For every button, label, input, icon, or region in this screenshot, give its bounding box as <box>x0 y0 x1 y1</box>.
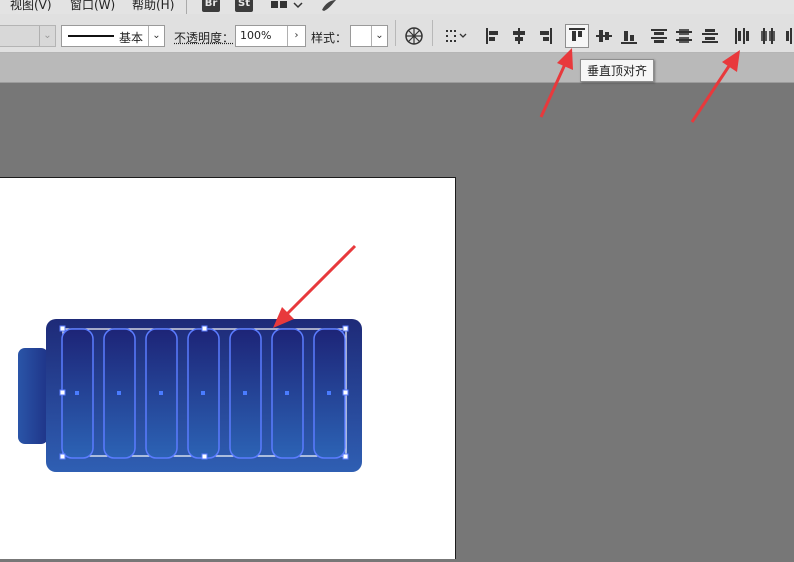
stock-app-button[interactable]: St <box>235 0 253 12</box>
distribute-left-icon[interactable] <box>731 25 753 47</box>
separator <box>395 20 396 46</box>
dropdown-icon[interactable]: ⌄ <box>148 26 164 46</box>
align-top-icon[interactable] <box>565 24 589 48</box>
battery-artwork[interactable] <box>0 178 455 559</box>
menu-help[interactable]: 帮助(H) <box>132 0 174 13</box>
align-left-icon[interactable] <box>482 25 504 47</box>
battery-terminal[interactable] <box>18 348 48 444</box>
tooltip-align-top: 垂直顶对齐 <box>580 59 655 82</box>
opacity-label[interactable]: 不透明度： <box>174 29 234 46</box>
align-grid-icon[interactable] <box>443 25 471 47</box>
stroke-profile-label: 基本 <box>119 31 144 45</box>
chevron-right-icon[interactable]: › <box>287 26 305 46</box>
opacity-value[interactable]: 100% <box>240 29 271 42</box>
control-bar: ⌄ 基本 ⌄ 不透明度： 100% › 样式： ⌄ <box>0 14 794 53</box>
opacity-field[interactable]: 100% › <box>235 25 306 47</box>
gpu-feather-icon[interactable] <box>320 0 338 14</box>
distribute-bottom-icon[interactable] <box>699 25 721 47</box>
menu-view[interactable]: 视图(V) <box>10 0 52 13</box>
style-label: 样式： <box>311 31 348 45</box>
dropdown-icon[interactable]: ⌄ <box>39 26 55 46</box>
bridge-app-button[interactable]: Br <box>202 0 220 12</box>
distribute-top-icon[interactable] <box>648 25 670 47</box>
distribute-right-icon[interactable] <box>782 25 794 47</box>
align-right-icon[interactable] <box>534 25 556 47</box>
stroke-weight-field[interactable]: ⌄ <box>0 25 56 47</box>
artboard[interactable] <box>0 177 456 559</box>
align-bottom-icon[interactable] <box>618 25 640 47</box>
graphic-style-swatch[interactable]: ⌄ <box>350 25 388 47</box>
workspace-layout-icon[interactable] <box>271 0 305 14</box>
menu-bar: 视图(V) 窗口(W) 帮助(H) Br St <box>0 0 794 14</box>
recolor-icon[interactable] <box>403 25 425 47</box>
menu-window[interactable]: 窗口(W) <box>70 0 115 13</box>
distribute-center-vertical-icon[interactable] <box>673 25 695 47</box>
stroke-line-preview <box>68 35 114 37</box>
align-center-vertical-icon[interactable] <box>593 25 615 47</box>
menu-separator <box>186 0 187 14</box>
distribute-center-horizontal-icon[interactable] <box>757 25 779 47</box>
tab-strip <box>0 53 794 83</box>
dropdown-icon[interactable]: ⌄ <box>371 26 387 46</box>
align-center-horizontal-icon[interactable] <box>508 25 530 47</box>
stroke-profile-select[interactable]: 基本 ⌄ <box>61 25 165 47</box>
separator <box>432 20 433 46</box>
